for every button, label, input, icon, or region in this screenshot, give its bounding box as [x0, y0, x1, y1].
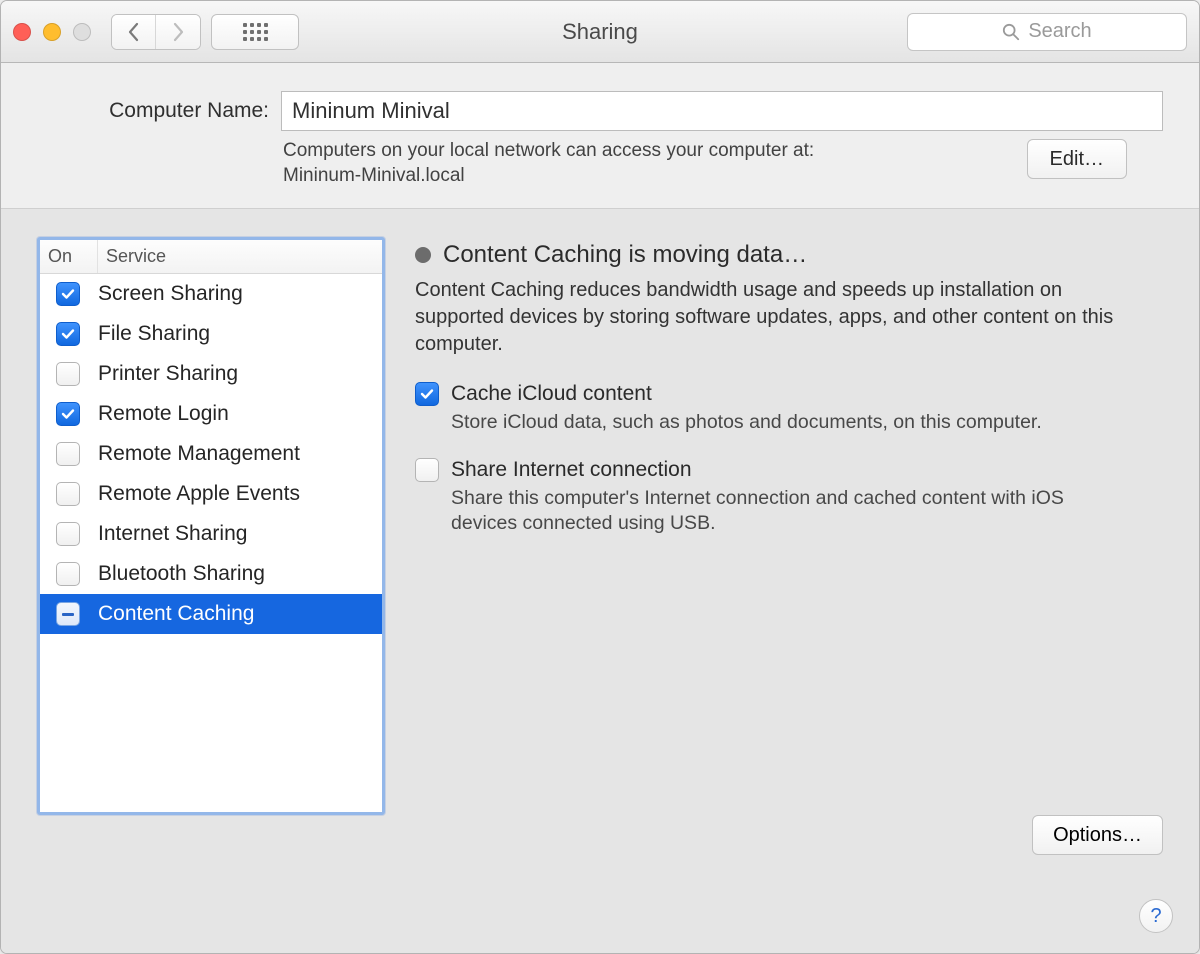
column-service: Service — [98, 240, 382, 273]
service-checkbox[interactable] — [56, 522, 80, 546]
search-field[interactable]: Search — [907, 13, 1187, 51]
share-internet-option: Share Internet connection — [415, 458, 1163, 482]
search-placeholder: Search — [1028, 20, 1091, 43]
computer-name-input[interactable] — [281, 91, 1163, 131]
service-checkbox[interactable] — [56, 602, 80, 626]
status-indicator-icon — [415, 247, 431, 263]
service-checkbox[interactable] — [56, 482, 80, 506]
nav-back-forward — [111, 14, 201, 50]
service-row[interactable]: Remote Management — [40, 434, 382, 474]
edit-hostname-button[interactable]: Edit… — [1027, 139, 1127, 179]
service-row[interactable]: Remote Login — [40, 394, 382, 434]
minimize-window-button[interactable] — [43, 23, 61, 41]
cache-icloud-option: Cache iCloud content — [415, 382, 1163, 406]
help-button[interactable]: ? — [1139, 899, 1173, 933]
checkmark-icon — [60, 326, 76, 342]
chevron-right-icon — [171, 22, 185, 42]
dash-icon — [62, 613, 74, 616]
service-label: Content Caching — [98, 602, 254, 626]
sharing-body: On Service Screen Sharing File Sharing Pri… — [1, 209, 1199, 883]
checkmark-icon — [60, 406, 76, 422]
checkmark-icon — [60, 286, 76, 302]
service-details: Content Caching is moving data… Content … — [415, 237, 1163, 855]
show-all-button[interactable] — [211, 14, 299, 50]
service-checkbox[interactable] — [56, 362, 80, 386]
search-icon — [1002, 23, 1020, 41]
service-label: Remote Apple Events — [98, 482, 300, 506]
service-label: File Sharing — [98, 322, 210, 346]
services-header: On Service — [40, 240, 382, 274]
forward-button[interactable] — [156, 15, 200, 49]
cache-icloud-desc: Store iCloud data, such as photos and do… — [451, 410, 1131, 435]
share-internet-desc: Share this computer's Internet connectio… — [451, 486, 1131, 537]
service-row[interactable]: Content Caching — [40, 594, 382, 634]
services-list[interactable]: Screen Sharing File Sharing Printer Sharin… — [40, 274, 382, 812]
grid-icon — [243, 23, 268, 41]
service-checkbox[interactable] — [56, 282, 80, 306]
window-title: Sharing — [562, 19, 638, 45]
share-internet-checkbox[interactable] — [415, 458, 439, 482]
close-window-button[interactable] — [13, 23, 31, 41]
service-label: Screen Sharing — [98, 282, 243, 306]
checkmark-icon — [419, 386, 435, 402]
options-button[interactable]: Options… — [1032, 815, 1163, 855]
service-checkbox[interactable] — [56, 402, 80, 426]
service-label: Printer Sharing — [98, 362, 238, 386]
service-row[interactable]: Printer Sharing — [40, 354, 382, 394]
zoom-window-button[interactable] — [73, 23, 91, 41]
service-row[interactable]: File Sharing — [40, 314, 382, 354]
services-list-box: On Service Screen Sharing File Sharing Pri… — [37, 237, 385, 815]
service-row[interactable]: Screen Sharing — [40, 274, 382, 314]
service-row[interactable]: Remote Apple Events — [40, 474, 382, 514]
column-on: On — [40, 240, 98, 273]
chevron-left-icon — [127, 22, 141, 42]
status-text: Content Caching is moving data… — [443, 241, 807, 269]
footer: ? — [1, 883, 1199, 953]
service-checkbox[interactable] — [56, 562, 80, 586]
service-row[interactable]: Bluetooth Sharing — [40, 554, 382, 594]
service-label: Remote Management — [98, 442, 300, 466]
service-row[interactable]: Internet Sharing — [40, 514, 382, 554]
cache-icloud-checkbox[interactable] — [415, 382, 439, 406]
service-checkbox[interactable] — [56, 322, 80, 346]
service-checkbox[interactable] — [56, 442, 80, 466]
cache-icloud-label: Cache iCloud content — [451, 382, 652, 406]
service-label: Internet Sharing — [98, 522, 247, 546]
computer-name-label: Computer Name: — [1, 99, 269, 123]
service-label: Remote Login — [98, 402, 229, 426]
sharing-preferences-window: Sharing Search Computer Name: Computers … — [0, 0, 1200, 954]
service-label: Bluetooth Sharing — [98, 562, 265, 586]
help-icon: ? — [1150, 905, 1161, 928]
back-button[interactable] — [112, 15, 156, 49]
service-description: Content Caching reduces bandwidth usage … — [415, 277, 1135, 358]
share-internet-label: Share Internet connection — [451, 458, 692, 482]
computer-name-section: Computer Name: Computers on your local n… — [1, 63, 1199, 209]
titlebar: Sharing Search — [1, 1, 1199, 63]
window-controls — [13, 23, 91, 41]
computer-name-info: Computers on your local network can acce… — [283, 139, 1027, 188]
